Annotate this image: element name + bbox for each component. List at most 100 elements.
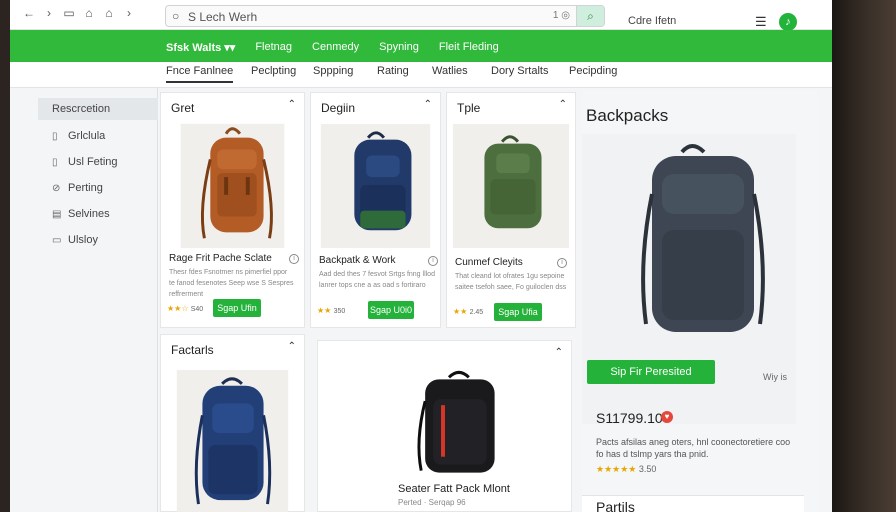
sidebar-item-label: Perting	[68, 182, 103, 194]
chevron-up-icon[interactable]: ⌃	[555, 347, 563, 358]
browser-nav: ← › ▭ ⌂ ⌂ ›	[22, 6, 136, 20]
star-rating: ★★	[453, 307, 468, 316]
sub-section: Partils	[582, 495, 804, 512]
sidebar-item-0[interactable]: Rescrcetion	[38, 98, 158, 120]
shop-button[interactable]: Sgap U0i0	[368, 301, 414, 319]
product-card[interactable]: ⌃ Seater Fatt Pack Mlont Perted · Serqap…	[317, 340, 572, 512]
sidebar-item-3[interactable]: ⊘ Perting	[38, 177, 158, 199]
star-rating: ★★★★★	[596, 464, 637, 474]
product-description: That cleand lot ofrates 1gu sepoine sait…	[455, 273, 567, 291]
featured-price: S11799.10	[596, 410, 663, 426]
tab-4[interactable]: Watlies	[432, 65, 468, 81]
backpack-image-blue	[176, 369, 289, 512]
sidebar: Rescrcetion ▯ Grlclula ▯ Usl Feting ⊘ Pe…	[10, 88, 158, 512]
star-rating: ★★	[317, 306, 332, 315]
sidebar-item-label: Rescrcetion	[52, 103, 111, 115]
rating-value: S40	[190, 306, 204, 313]
product-name[interactable]: Cunmef Cleyits	[455, 257, 523, 268]
monitor-icon: ▭	[52, 234, 62, 246]
product-card[interactable]: Gret ⌃ Rage Frit Pache Sclate i Thesr fd…	[160, 92, 305, 328]
sub-section-title: Partils	[596, 499, 635, 512]
product-description: Perted · Serqap 96	[398, 498, 466, 507]
list-icon: ▤	[52, 208, 62, 220]
tab-6[interactable]: Pecipding	[569, 65, 617, 81]
featured-description: Pacts afsilas aneg oters, hnl coonectore…	[596, 437, 791, 459]
info-icon[interactable]: i	[557, 258, 567, 268]
card-title: Degiin	[321, 101, 356, 115]
user-name[interactable]: Cdre Ifetn	[628, 15, 676, 27]
bookmark-icon[interactable]: ▭	[62, 6, 76, 20]
rating-value: 350	[333, 308, 346, 315]
sidebar-item-4[interactable]: ▤ Selvines	[38, 203, 158, 225]
product-card[interactable]: Tple ⌃ Cunmef Cleyits i That cleand lot …	[446, 92, 576, 328]
shop-button[interactable]: Sgap Ufin	[213, 299, 261, 317]
chevron-up-icon[interactable]: ⌃	[424, 99, 432, 110]
search-icon: ○	[172, 9, 180, 23]
nav-item[interactable]: Spyning	[379, 41, 419, 53]
featured-rating: ★★★★★ 3.50	[596, 464, 656, 475]
why-link[interactable]: Wiy is	[763, 372, 787, 382]
card-title: Gret	[171, 101, 195, 115]
tab-strip: Fnce Fanlnee Peclpting Sppping Rating Wa…	[10, 62, 832, 88]
product-rating: ★★ 2.45	[453, 307, 483, 316]
featured-title: Backpacks	[586, 106, 669, 125]
search-go-button[interactable]: ⌕	[576, 6, 604, 26]
tab-5[interactable]: Dory Srtalts	[491, 65, 548, 81]
backpack-image-black	[417, 370, 495, 473]
card-title: Factarls	[171, 343, 214, 357]
forward-icon[interactable]: ›	[42, 6, 56, 20]
chevron-up-icon[interactable]: ⌃	[559, 99, 567, 110]
next-icon[interactable]: ›	[122, 6, 136, 20]
sidebar-item-label: Grlclula	[68, 130, 106, 142]
backpack-image-green	[452, 123, 570, 248]
nav-item[interactable]: Fletnag	[255, 41, 292, 53]
rating-value: 3.50	[638, 464, 657, 474]
tab-1[interactable]: Peclpting	[251, 65, 296, 81]
backpack-image-tan	[180, 123, 285, 249]
rating-value: 2.45	[469, 309, 484, 316]
tab-icon[interactable]: ⌂	[82, 6, 96, 20]
tab-3[interactable]: Rating	[377, 65, 409, 81]
product-name[interactable]: Rage Frit Pache Sclate	[169, 253, 272, 264]
product-card[interactable]: Degiin ⌃ Backpatk & Work i Aad ded thes …	[310, 92, 441, 328]
info-icon[interactable]: i	[289, 254, 299, 264]
nav-item[interactable]: Sfsk Walts ▾▾	[166, 41, 235, 54]
product-name[interactable]: Backpatk & Work	[319, 255, 396, 266]
document-icon: ▯	[52, 130, 58, 142]
tab-0[interactable]: Fnce Fanlnee	[166, 65, 234, 83]
product-rating: ★★ 350	[317, 306, 345, 315]
nav-item[interactable]: Cenmedy	[312, 41, 359, 53]
tag-icon: ⊘	[52, 182, 61, 194]
featured-panel: Backpacks Sip Fir Peresited Wiy is S1179…	[582, 90, 818, 512]
product-name[interactable]: Seater Fatt Pack Mlont	[398, 483, 510, 495]
monitor-bezel-right	[832, 0, 896, 512]
chevron-up-icon[interactable]: ⌃	[288, 99, 296, 110]
sidebar-item-2[interactable]: ▯ Usl Feting	[38, 151, 158, 173]
main-nav: Sfsk Walts ▾▾ Fletnag Cenmedy Spyning Fl…	[10, 30, 832, 64]
star-rating: ★★☆	[167, 304, 189, 313]
sidebar-item-5[interactable]: ▭ Ulsloy	[38, 229, 158, 251]
card-title: Tple	[457, 101, 481, 115]
nav-item[interactable]: Fleit Fleding	[439, 41, 499, 53]
product-card[interactable]: Factarls ⌃	[160, 334, 305, 512]
shop-button[interactable]: Sgap Ufia	[494, 303, 542, 321]
tab-2[interactable]: Sppping	[313, 65, 353, 81]
sidebar-item-1[interactable]: ▯ Grlclula	[38, 125, 158, 147]
menu-icon[interactable]: ☰	[755, 14, 767, 30]
monitor-bezel-left	[0, 0, 10, 512]
home-icon[interactable]: ⌂	[102, 6, 116, 20]
sidebar-item-label: Usl Feting	[68, 156, 118, 168]
address-bar[interactable]: ○ S Lech Werh 1 ◎ ⌕	[165, 5, 605, 27]
browser-toolbar: ← › ▭ ⌂ ⌂ › ○ S Lech Werh 1 ◎ ⌕ Cdre Ife…	[10, 0, 832, 31]
alert-badge-icon: ♥	[661, 411, 673, 423]
chevron-up-icon[interactable]: ⌃	[288, 341, 296, 352]
backpack-image-navy	[320, 123, 431, 249]
featured-shop-button[interactable]: Sip Fir Peresited	[587, 360, 715, 384]
back-icon[interactable]: ←	[22, 6, 36, 20]
product-description: Thesr fdes Fsnotmer ns pimerfiel ppor te…	[169, 269, 294, 298]
address-extra: 1 ◎	[552, 10, 570, 21]
info-icon[interactable]: i	[428, 256, 438, 266]
sidebar-item-label: Selvines	[68, 208, 110, 220]
profile-avatar[interactable]: ♪	[779, 13, 797, 31]
screen: ← › ▭ ⌂ ⌂ › ○ S Lech Werh 1 ◎ ⌕ Cdre Ife…	[10, 0, 832, 512]
